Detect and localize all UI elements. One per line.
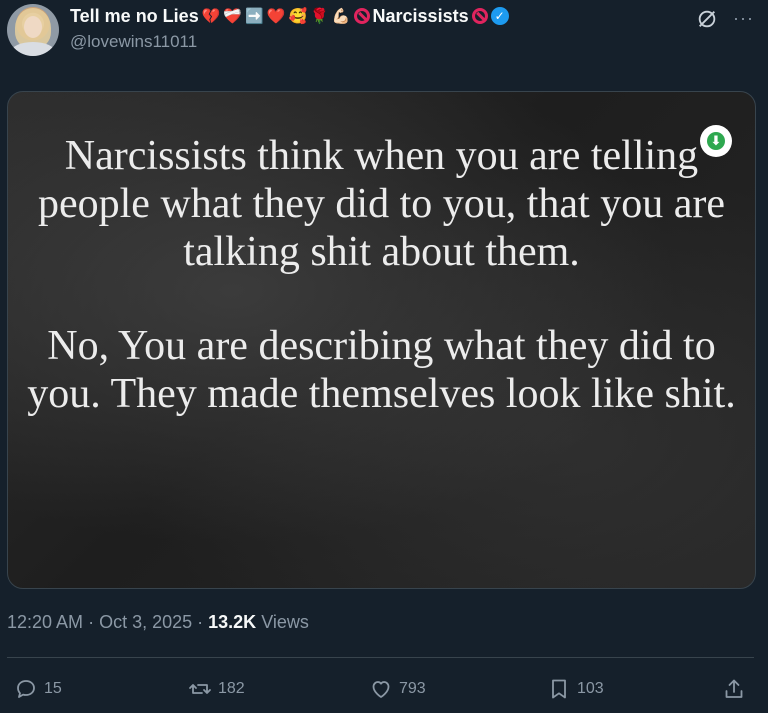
rose-emoji: 🌹 [310,7,329,25]
image-quote-text: Narcissists think when you are telling p… [8,132,755,418]
reply-icon [17,680,35,698]
meta-separator: · [192,612,209,632]
author-handle[interactable]: @lovewins11011 [70,32,197,52]
author-name-row[interactable]: Tell me no Lies 💔 ❤️‍🩹 ➡️ ❤️ 🥰 🌹 💪🏻 Narc… [70,4,509,28]
repost-button[interactable]: 182 [188,677,245,701]
display-name[interactable]: Tell me no Lies [70,6,199,27]
reply-button[interactable]: 15 [14,677,62,701]
post-date[interactable]: Oct 3, 2025 [99,612,192,632]
avatar-shoulders [11,42,55,56]
right-arrow-emoji: ➡️ [245,7,264,25]
red-heart-emoji: ❤️ [266,7,286,25]
views-label: Views [261,612,309,632]
quote-paragraph-2: No, You are describing what they did to … [27,323,736,417]
avatar[interactable] [7,4,59,56]
verified-badge-icon[interactable]: ✓ [490,7,509,25]
heart-icon [372,681,390,698]
prohibited-icon [471,8,488,24]
broken-heart-emoji: 💔 [201,7,221,25]
prohibited-icon [353,8,370,24]
action-bar: 15 182 793 103 [0,672,768,708]
grok-icon[interactable] [696,8,718,30]
like-button[interactable]: 793 [369,677,426,701]
bookmark-count: 103 [577,680,604,697]
share-icon [725,679,743,698]
share-button[interactable] [722,677,746,701]
tweet-image[interactable]: Narcissists think when you are telling p… [7,91,756,589]
views-count: 13.2K [208,612,257,632]
divider [7,657,754,658]
name-suffix: Narcissists [372,5,469,26]
flexed-biceps-emoji: 💪🏻 [331,7,351,25]
bookmark-icon [552,679,566,699]
smiling-hearts-emoji: 🥰 [288,7,308,25]
quote-paragraph-1: Narcissists think when you are telling p… [38,133,725,275]
post-time[interactable]: 12:20 AM [7,612,83,632]
bookmark-button[interactable]: 103 [547,677,604,701]
repost-count: 182 [218,680,245,697]
tweet-metadata: 12:20 AM · Oct 3, 2025 · 13.2K Views [7,612,309,633]
more-options-icon[interactable]: ··· [733,8,754,29]
download-arrow-icon: ⬇ [707,132,725,150]
like-count: 793 [399,680,426,697]
meta-separator: · [83,612,100,632]
mending-heart-emoji: ❤️‍🩹 [223,7,243,25]
repost-icon [189,684,211,694]
reply-count: 15 [44,680,62,697]
avatar-face [24,16,42,38]
download-button[interactable]: ⬇ [700,125,732,157]
